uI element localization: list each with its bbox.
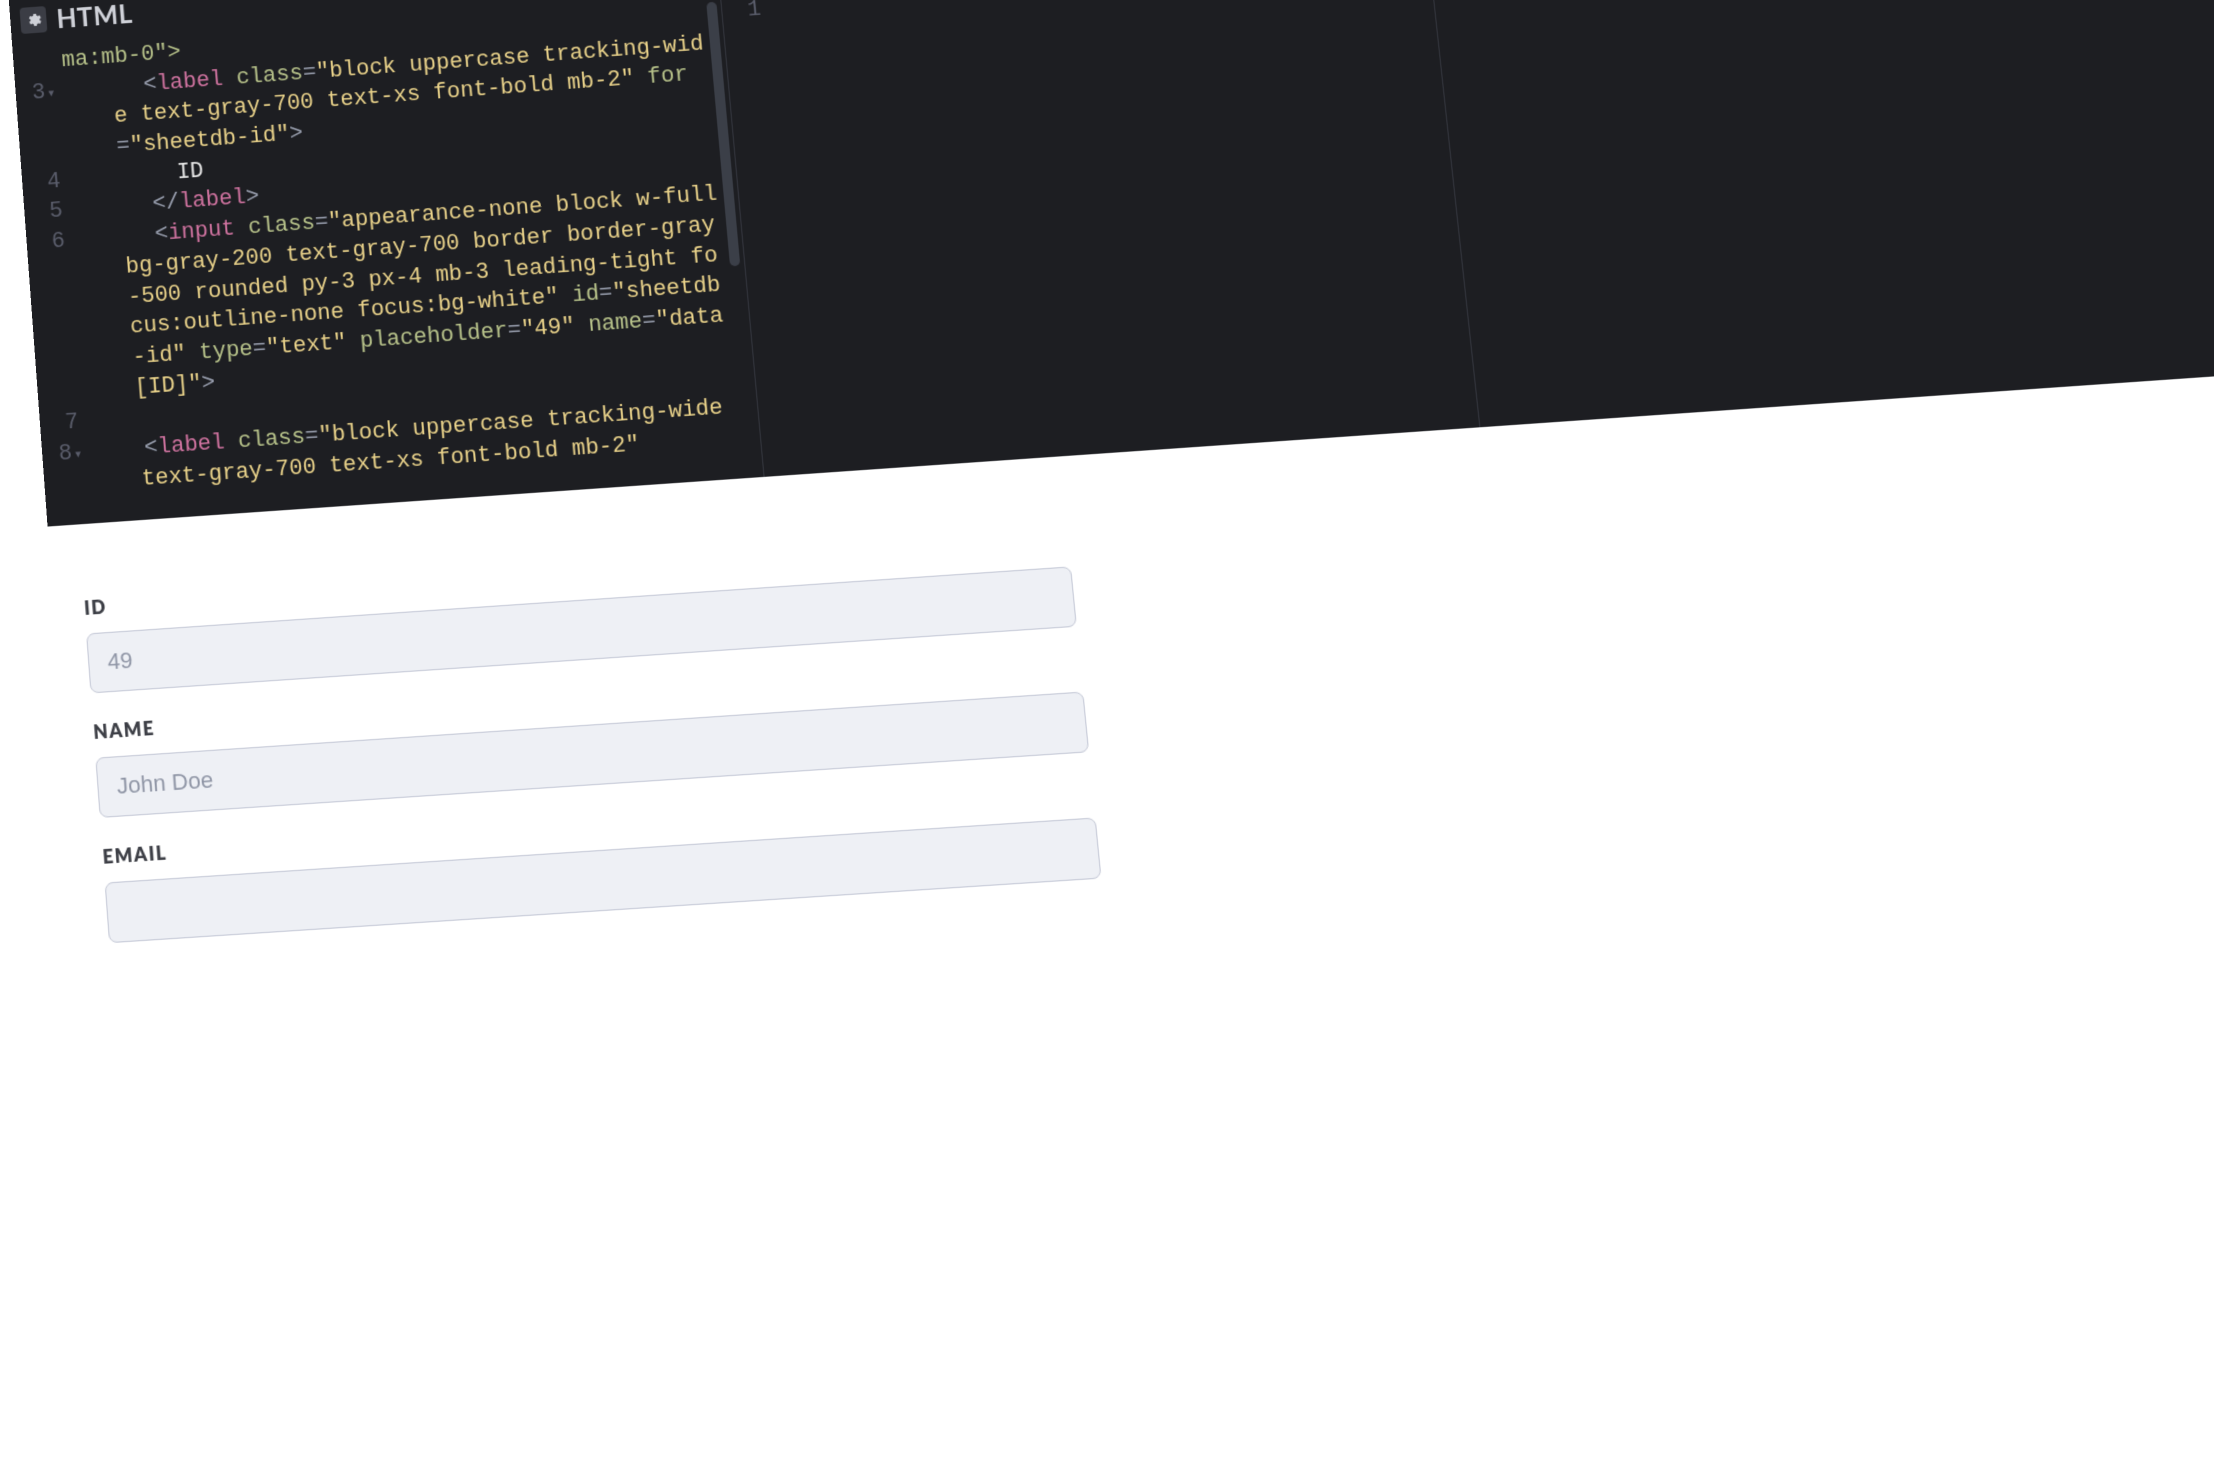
pane-css: CSS 1 (715, 0, 1477, 477)
preview-pane: ID NAME EMAIL (48, 354, 2214, 1471)
code-editor-js[interactable]: 1 (1428, 0, 2214, 427)
code-editor-css[interactable]: 1 (721, 0, 1478, 477)
code-content[interactable]: ma:mb-0"> <label class="block uppercase … (60, 0, 761, 523)
pane-title: HTML (55, 0, 133, 34)
gear-icon[interactable] (19, 6, 47, 34)
code-editor-html[interactable]: 3 4 5 6 7 8 ma:mb-0"> < (12, 0, 761, 527)
pane-js: JS 1 (1421, 0, 2214, 427)
code-content[interactable] (769, 0, 1477, 473)
code-content[interactable] (1477, 0, 2214, 424)
pane-html: HTML 3 4 5 (9, 0, 762, 527)
